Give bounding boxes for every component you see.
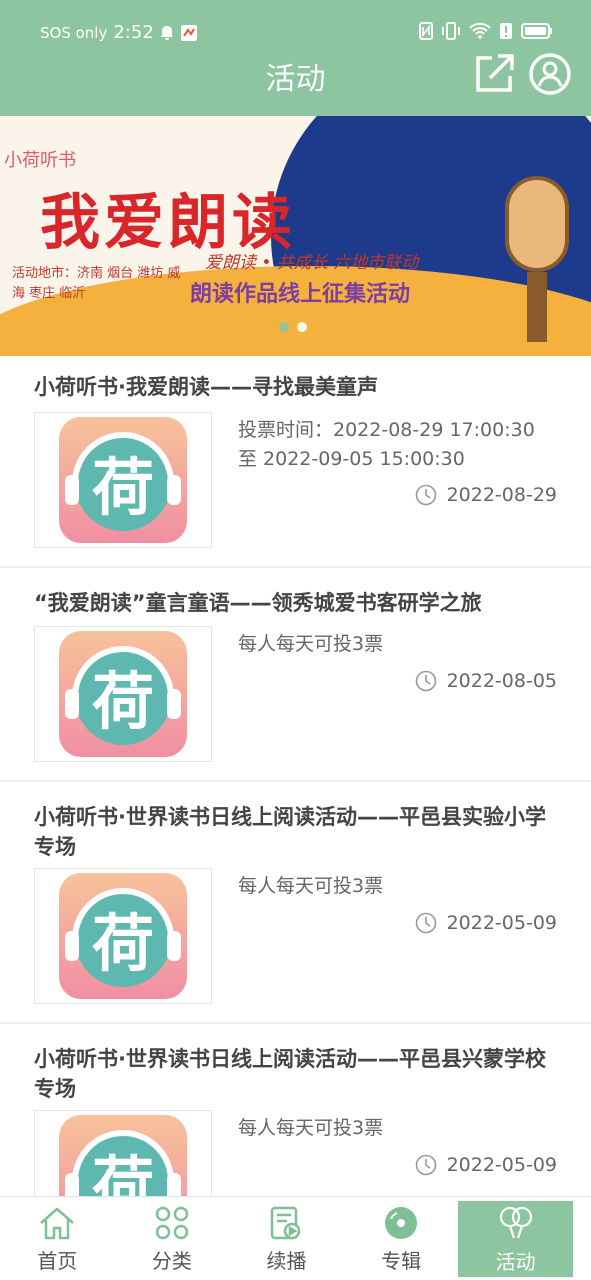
wifi-icon (469, 22, 491, 39)
activity-date: 2022-05-09 (446, 1154, 557, 1176)
microphone-icon (505, 176, 569, 272)
app-header: SOS only 2:52 活动 (0, 0, 591, 116)
activity-title: 小荷听书·世界读书日线上阅读活动——平邑县实验小学专场 (34, 805, 546, 859)
activity-date: 2022-05-09 (446, 912, 557, 934)
tab-activity-label: 活动 (495, 1249, 536, 1274)
activity-desc-line1: 每人每天可投3票 (238, 633, 384, 655)
activity-title: 小荷听书·世界读书日线上阅读活动——平邑县兴蒙学校专场 (34, 1047, 546, 1101)
tab-album-label: 专辑 (381, 1248, 422, 1273)
list-item[interactable]: 小荷听书·世界读书日线上阅读活动——平邑县兴蒙学校专场 荷 每人每天可投3票 2… (0, 1024, 591, 1196)
bottom-nav: 首页 分类 续播 专辑 活动 (0, 1196, 591, 1280)
status-bar: SOS only 2:52 (0, 0, 591, 60)
activity-date: 2022-08-29 (446, 484, 557, 506)
carrier-text: SOS only (40, 23, 108, 42)
tab-continue-label: 续播 (266, 1248, 307, 1273)
activity-desc-line1: 投票时间：2022-08-29 17:00:30 (238, 419, 535, 441)
banner-slogan: 爱朗读 • 共成长 六地市联动 (205, 253, 419, 273)
app-notification-icon (180, 24, 197, 41)
tab-category[interactable]: 分类 (115, 1197, 230, 1280)
category-icon (155, 1206, 189, 1239)
promo-banner[interactable]: 小荷听书 我爱朗读 活动地市：济南 烟台 潍坊 威海 枣庄 临沂 爱朗读 • 共… (0, 116, 591, 356)
activity-thumbnail: 荷 (34, 1110, 212, 1196)
list-item[interactable]: “我爱朗读”童言童语——领秀城爱书客研学之旅 荷 每人每天可投3票 2022-0… (0, 568, 591, 782)
vibrate-icon (442, 22, 460, 40)
activity-desc-line2: 至 2022-09-05 15:00:30 (238, 448, 465, 470)
activity-title: 小荷听书·我爱朗读——寻找最美童声 (34, 375, 378, 399)
activity-date-row: 2022-05-09 (415, 1154, 557, 1176)
banner-cities: 活动地市：济南 烟台 潍坊 威海 枣庄 临沂 (12, 266, 181, 301)
tab-category-label: 分类 (151, 1248, 192, 1273)
activity-thumbnail: 荷 (34, 868, 212, 1004)
clock-icon (415, 484, 436, 506)
balloon-icon (499, 1206, 532, 1238)
share-icon[interactable] (472, 52, 516, 96)
clock-icon (415, 912, 436, 934)
carousel-dot[interactable] (279, 322, 289, 332)
list-item[interactable]: 小荷听书·我爱朗读——寻找最美童声 荷 投票时间：2022-08-29 17:0… (0, 356, 591, 568)
tab-home[interactable]: 首页 (0, 1197, 115, 1280)
banner-subtitle: 朗读作品线上征集活动 (190, 282, 411, 307)
thumbnail-glyph: 荷 (92, 1149, 154, 1196)
alert-icon (500, 23, 512, 39)
activity-list: 小荷听书·我爱朗读——寻找最美童声 荷 投票时间：2022-08-29 17:0… (0, 356, 591, 1196)
tab-home-label: 首页 (37, 1248, 78, 1273)
clock-text: 2:52 (113, 22, 154, 43)
carousel-dots[interactable] (279, 322, 307, 332)
playlist-icon (271, 1206, 301, 1239)
tab-continue[interactable]: 续播 (229, 1197, 344, 1280)
user-icon[interactable] (528, 52, 572, 96)
tab-activity[interactable]: 活动 (458, 1201, 573, 1277)
microphone-stand (527, 272, 547, 342)
tab-album[interactable]: 专辑 (344, 1197, 459, 1280)
nfc-icon (419, 22, 433, 40)
activity-desc-line1: 每人每天可投3票 (238, 1117, 384, 1139)
activity-date: 2022-08-05 (446, 670, 557, 692)
battery-icon (521, 23, 552, 39)
banner-brand: 小荷听书 (4, 150, 76, 171)
activity-date-row: 2022-08-29 (415, 484, 557, 506)
home-icon (40, 1207, 75, 1239)
activity-thumbnail: 荷 (34, 626, 212, 762)
disc-icon (385, 1206, 418, 1239)
thumbnail-glyph: 荷 (92, 907, 154, 980)
bell-icon (160, 25, 173, 40)
carousel-dot[interactable] (297, 322, 307, 332)
list-item[interactable]: 小荷听书·世界读书日线上阅读活动——平邑县实验小学专场 荷 每人每天可投3票 2… (0, 782, 591, 1024)
activity-date-row: 2022-08-05 (415, 670, 557, 692)
thumbnail-glyph: 荷 (92, 665, 154, 738)
activity-desc-line1: 每人每天可投3票 (238, 875, 384, 897)
activity-title: “我爱朗读”童言童语——领秀城爱书客研学之旅 (34, 591, 482, 615)
activity-date-row: 2022-05-09 (415, 912, 557, 934)
thumbnail-glyph: 荷 (92, 451, 154, 524)
clock-icon (415, 1154, 436, 1176)
clock-icon (415, 670, 436, 692)
activity-thumbnail: 荷 (34, 412, 212, 548)
